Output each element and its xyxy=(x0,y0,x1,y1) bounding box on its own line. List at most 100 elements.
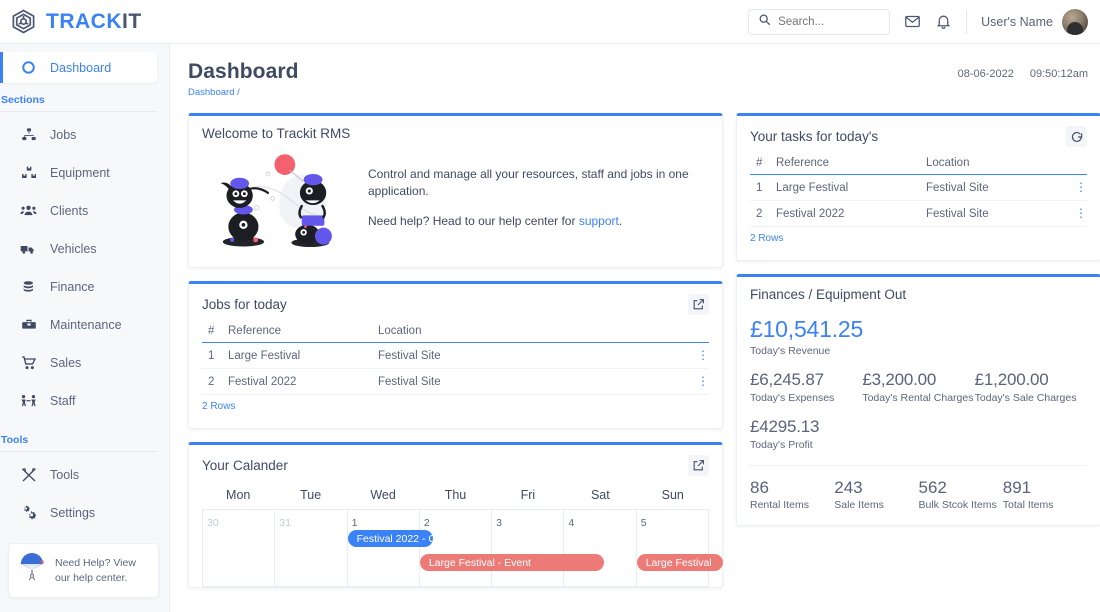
search-box[interactable] xyxy=(748,9,890,35)
brand-text: TRACKIT xyxy=(46,10,142,34)
jobs-card: Jobs for today # Reference L xyxy=(188,281,723,429)
cell-reference: Large Festival xyxy=(776,175,926,201)
main-content: Dashboard Dashboard / 08-06-2022 09:50:1… xyxy=(170,44,1100,612)
calendar-cell[interactable]: 2 xyxy=(420,510,492,586)
current-date: 08-06-2022 xyxy=(958,68,1014,80)
sidebar-item-staff[interactable]: Staff xyxy=(0,385,157,416)
count-value: 562 xyxy=(919,478,1003,498)
top-bar: TRACKIT xyxy=(0,0,1100,44)
calendar-cell[interactable]: 1 xyxy=(348,510,420,586)
calendar-date: 1 xyxy=(352,517,358,529)
truck-icon xyxy=(20,240,37,257)
metric-label: Today's Rental Charges xyxy=(862,392,974,404)
search-input[interactable] xyxy=(778,16,880,28)
sidebar-item-finance[interactable]: Finance xyxy=(0,271,157,302)
help-card-text: Need Help? View our help center. xyxy=(55,556,150,584)
jobs-rows-count[interactable]: 2 Rows xyxy=(202,401,709,412)
welcome-line-1: Control and manage all your resources, s… xyxy=(368,166,709,200)
kebab-menu-icon[interactable]: ⋮ xyxy=(1075,206,1087,220)
count-rental-items: 86 Rental Items xyxy=(750,478,834,511)
left-column: Welcome to Trackit RMS xyxy=(188,113,723,588)
breadcrumb[interactable]: Dashboard / xyxy=(188,87,299,98)
sidebar-item-label: Maintenance xyxy=(50,318,122,332)
sidebar-item-maintenance[interactable]: Maintenance xyxy=(0,309,157,340)
sidebar-item-equipment[interactable]: Equipment xyxy=(0,157,157,188)
column-header-location: Location xyxy=(378,322,689,343)
divider xyxy=(750,465,1087,466)
sidebar-item-vehicles[interactable]: Vehicles xyxy=(0,233,157,264)
calendar-date: 4 xyxy=(568,517,574,529)
brand-text-secondary: IT xyxy=(122,10,142,33)
sidebar-item-label: Sales xyxy=(50,356,81,370)
table-header-row: # Reference Location xyxy=(750,154,1087,175)
external-link-icon[interactable] xyxy=(688,294,709,315)
sidebar-item-tools[interactable]: Tools xyxy=(0,459,157,490)
calendar-date: 30 xyxy=(207,517,219,529)
mail-icon[interactable] xyxy=(904,13,921,30)
cell-number: 1 xyxy=(202,343,228,369)
refresh-icon[interactable] xyxy=(1066,126,1087,147)
calendar-day-name: Sat xyxy=(564,488,636,509)
count-label: Bulk Stcok Items xyxy=(919,499,1003,511)
count-label: Sale Items xyxy=(834,499,918,511)
sidebar-item-settings[interactable]: Settings xyxy=(0,497,157,528)
staff-icon xyxy=(20,392,37,409)
item-counts-row: 86 Rental Items 243 Sale Items 562 Bulk … xyxy=(750,478,1087,511)
calendar-event[interactable]: Large Festival xyxy=(637,554,724,571)
metric-value: £3,200.00 xyxy=(862,370,974,390)
calendar-cell[interactable]: 3 xyxy=(492,510,564,586)
brand-logo[interactable]: TRACKIT xyxy=(0,8,170,35)
cell-location: Festival Site xyxy=(378,343,689,369)
metric-label: Today's Sale Charges xyxy=(975,392,1087,404)
welcome-text: Control and manage all your resources, s… xyxy=(368,166,709,230)
column-header-reference: Reference xyxy=(776,154,926,175)
sidebar-item-label: Finance xyxy=(50,280,94,294)
column-header-number: # xyxy=(202,322,228,343)
app-root: TRACKIT xyxy=(0,0,1100,612)
welcome-line-2-post: . xyxy=(619,214,622,228)
dashboard-icon xyxy=(20,59,37,76)
sidebar-item-jobs[interactable]: Jobs xyxy=(0,119,157,150)
tasks-card: Your tasks for today's # Reference xyxy=(736,113,1100,261)
sidebar-item-label: Jobs xyxy=(50,128,76,142)
calendar-cell[interactable]: 31 xyxy=(275,510,347,586)
help-card[interactable]: Need Help? View our help center. xyxy=(8,543,159,598)
tasks-card-title: Your tasks for today's xyxy=(750,129,878,144)
toolbar-divider xyxy=(966,10,967,34)
sidebar-item-clients[interactable]: Clients xyxy=(0,195,157,226)
count-value: 891 xyxy=(1003,478,1087,498)
metric-rental-charges: £3,200.00 Today's Rental Charges xyxy=(862,370,974,404)
support-link[interactable]: support xyxy=(579,214,619,228)
kebab-menu-icon[interactable]: ⋮ xyxy=(697,374,709,388)
table-header-row: # Reference Location xyxy=(202,322,709,343)
calendar-cell[interactable]: 4 xyxy=(564,510,636,586)
calendar-event[interactable]: Large Festival - Event xyxy=(420,554,604,571)
calendar-grid: 30 31 1 2 3 4 5 Festival 2022 - Get In La… xyxy=(202,509,709,587)
calendar-cell[interactable]: 5 xyxy=(637,510,709,586)
table-row[interactable]: 1 Large Festival Festival Site ⋮ xyxy=(202,343,709,369)
page-title: Dashboard xyxy=(188,60,299,84)
right-column: Your tasks for today's # Reference xyxy=(736,113,1100,588)
kebab-menu-icon[interactable]: ⋮ xyxy=(697,348,709,362)
table-row[interactable]: 2 Festival 2022 Festival Site ⋮ xyxy=(202,369,709,395)
sidebar-item-sales[interactable]: Sales xyxy=(0,347,157,378)
avatar[interactable] xyxy=(1062,9,1088,35)
table-row[interactable]: 1 Large Festival Festival Site ⋮ xyxy=(750,175,1087,201)
user-menu[interactable]: User's Name xyxy=(981,9,1088,35)
sidebar-item-dashboard[interactable]: Dashboard xyxy=(0,52,157,83)
date-time: 08-06-2022 09:50:12am xyxy=(958,60,1088,80)
calendar-day-name: Wed xyxy=(347,488,419,509)
table-row[interactable]: 2 Festival 2022 Festival Site ⋮ xyxy=(750,201,1087,227)
sidebar-item-label: Vehicles xyxy=(50,242,97,256)
bell-icon[interactable] xyxy=(935,13,952,30)
calendar-event[interactable]: Festival 2022 - Get In xyxy=(348,530,433,547)
tasks-rows-count[interactable]: 2 Rows xyxy=(750,233,1087,244)
kebab-menu-icon[interactable]: ⋮ xyxy=(1075,180,1087,194)
count-total-items: 891 Total Items xyxy=(1003,478,1087,511)
calendar-cell[interactable]: 30 xyxy=(203,510,275,586)
external-link-icon[interactable] xyxy=(688,455,709,476)
revenue-label: Today's Revenue xyxy=(750,345,1087,357)
gear-icon xyxy=(20,504,37,521)
body: Dashboard Sections Jobs xyxy=(0,44,1100,612)
metric-value: £4295.13 xyxy=(750,417,862,437)
